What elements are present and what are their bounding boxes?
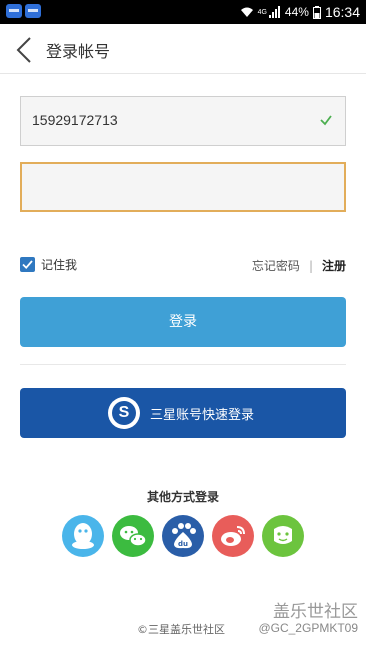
login-button[interactable]: 登录 <box>20 297 346 347</box>
page-title: 登录帐号 <box>46 42 111 61</box>
back-button[interactable] <box>10 36 38 64</box>
remember-label: 记住我 <box>41 258 78 272</box>
app-notification-icon <box>6 4 22 18</box>
app-notification-icon <box>25 4 41 18</box>
phone-value: 15929172713 <box>32 112 118 128</box>
account-links: 忘记密码 | 注册 <box>252 257 346 274</box>
remember-me[interactable]: 记住我 <box>20 256 77 273</box>
phone-input[interactable]: 15929172713 <box>20 96 346 146</box>
copyright-text: ©三星盖乐世社区 <box>137 623 225 636</box>
battery-icon <box>312 5 321 19</box>
check-icon <box>320 115 332 126</box>
check-icon <box>22 260 33 270</box>
remember-checkbox[interactable] <box>20 257 35 272</box>
divider <box>20 364 346 365</box>
samsung-login-button[interactable]: S 三星账号快速登录 <box>20 388 346 438</box>
weibo-icon[interactable] <box>212 515 254 557</box>
watermark-user: @GC_2GPMKT09 <box>258 621 358 635</box>
chevron-left-icon <box>16 37 31 63</box>
network-type: 4G <box>257 8 267 16</box>
header: 登录帐号 <box>0 24 366 74</box>
samsung-login-label: 三星账号快速登录 <box>150 408 255 423</box>
status-bar: 4G 44% 16:34 <box>0 0 366 24</box>
forgot-password-link[interactable]: 忘记密码 <box>252 257 300 274</box>
register-link[interactable]: 注册 <box>322 257 346 274</box>
baidu-icon[interactable]: du <box>162 515 204 557</box>
other-login-title: 其他方式登录 <box>146 490 219 504</box>
link-separator: | <box>308 258 313 273</box>
svg-text:du: du <box>178 540 188 548</box>
clock: 16:34 <box>324 4 360 20</box>
qq-icon[interactable] <box>62 515 104 557</box>
wifi-icon <box>240 7 253 17</box>
watermark-brand: 盖乐世社区 <box>273 602 358 622</box>
signal-icon <box>268 6 280 18</box>
wechat-icon[interactable] <box>112 515 154 557</box>
samsung-account-icon: S <box>108 397 140 429</box>
other-login-icon[interactable] <box>262 515 304 557</box>
password-input[interactable] <box>20 162 346 212</box>
battery-percent: 44% <box>284 5 309 19</box>
